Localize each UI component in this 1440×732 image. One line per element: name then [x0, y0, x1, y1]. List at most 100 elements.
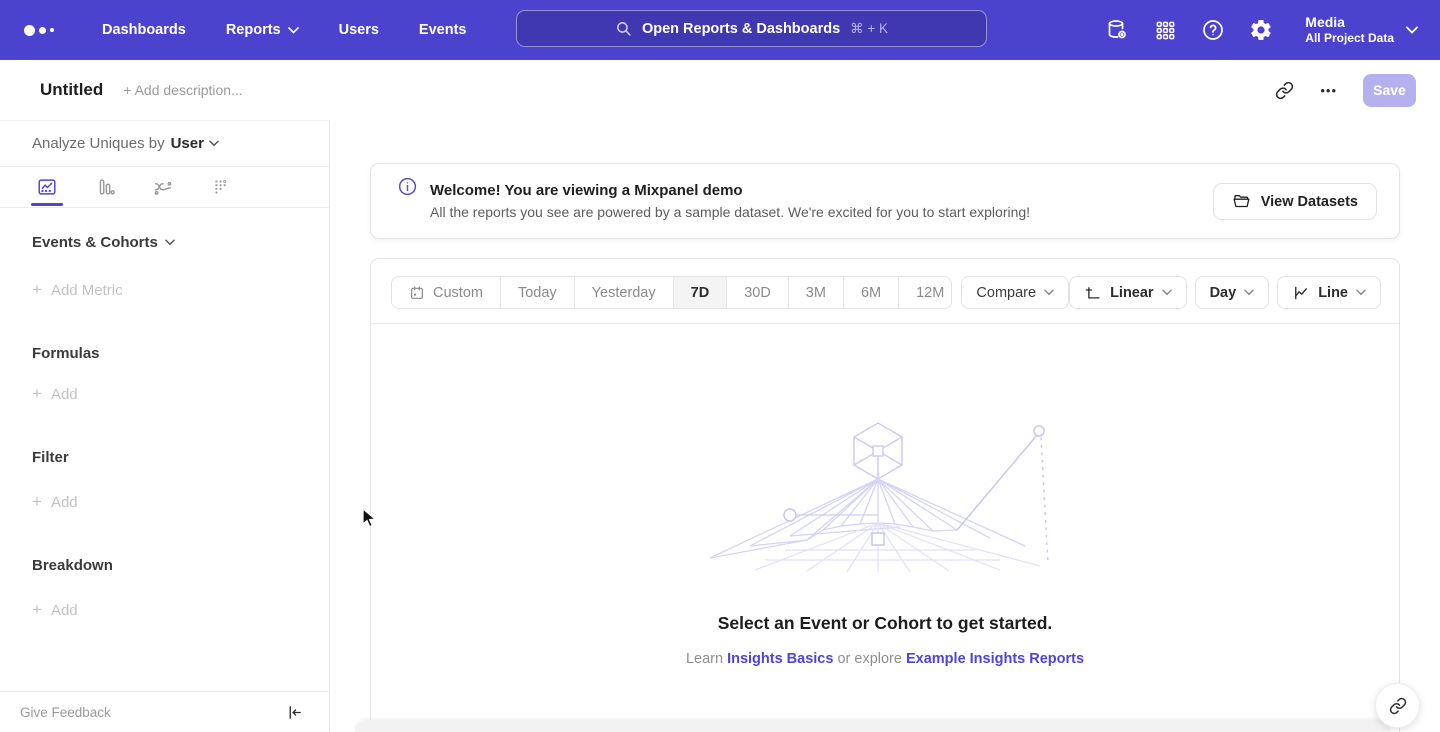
- save-button[interactable]: Save: [1363, 74, 1416, 107]
- empty-state-title: Select an Event or Cohort to get started…: [718, 613, 1053, 634]
- query-sidebar: Analyze Uniques by User: [0, 120, 330, 732]
- chart-type-label: Line: [1318, 285, 1348, 301]
- global-search[interactable]: Open Reports & Dashboards ⌘ + K: [516, 10, 987, 47]
- filter-header: Filter: [32, 449, 329, 466]
- range-3m-label: 3M: [806, 285, 826, 301]
- range-yesterday[interactable]: Yesterday: [575, 277, 674, 308]
- range-30d[interactable]: 30D: [727, 277, 789, 308]
- compare-label: Compare: [976, 285, 1036, 301]
- nav-events[interactable]: Events: [419, 22, 467, 38]
- chevron-down-icon: [1406, 26, 1418, 34]
- range-3m[interactable]: 3M: [789, 277, 844, 308]
- share-link-fab[interactable]: [1375, 683, 1420, 728]
- add-metric-label: Add Metric: [51, 282, 123, 299]
- line-type-icon: [1292, 284, 1310, 302]
- chevron-down-icon: [1356, 289, 1366, 296]
- line-chart-icon: [36, 176, 58, 198]
- main-content: Welcome! You are viewing a Mixpanel demo…: [330, 120, 1440, 732]
- project-scope: All Project Data: [1305, 31, 1394, 46]
- chevron-down-icon: [288, 27, 299, 34]
- add-formula-label: Add: [51, 386, 78, 403]
- project-switcher[interactable]: Media All Project Data: [1305, 14, 1418, 46]
- insights-report-page: Dashboards Reports Users Events Open Rep…: [0, 0, 1440, 732]
- range-30d-label: 30D: [744, 285, 771, 301]
- analyze-row: Analyze Uniques by User: [0, 121, 329, 167]
- date-range-segmented-control: Custom Today Yesterday 7D 30D 3M 6M 12M: [391, 276, 952, 309]
- nav-right: Media All Project Data: [1105, 0, 1440, 60]
- more-options-icon[interactable]: •••: [1320, 83, 1337, 98]
- banner-title: Welcome! You are viewing a Mixpanel demo: [430, 182, 1030, 199]
- folder-icon: [1232, 193, 1251, 210]
- chevron-down-icon: [209, 140, 219, 147]
- data-management-icon[interactable]: [1105, 18, 1129, 42]
- range-12m[interactable]: 12M: [899, 277, 952, 308]
- empty-state-illustration: [695, 418, 1075, 573]
- analyze-value-label: User: [171, 135, 204, 152]
- chevron-down-icon: [165, 239, 175, 246]
- add-breakdown-label: Add: [51, 602, 78, 619]
- flow-sankey-icon: [152, 176, 174, 198]
- settings-gear-icon[interactable]: [1249, 18, 1273, 42]
- help-icon[interactable]: [1201, 18, 1225, 42]
- interval-dropdown[interactable]: Day: [1195, 276, 1270, 309]
- nav-reports-label: Reports: [226, 22, 281, 38]
- nav-dashboards-label: Dashboards: [102, 22, 186, 38]
- example-insights-reports-link[interactable]: Example Insights Reports: [906, 651, 1084, 667]
- add-description-field[interactable]: + Add description...: [123, 82, 242, 98]
- range-6m[interactable]: 6M: [844, 277, 899, 308]
- range-today-label: Today: [518, 285, 557, 301]
- plus-icon: +: [32, 600, 42, 620]
- mixpanel-logo-icon[interactable]: [24, 25, 64, 36]
- formulas-header: Formulas: [32, 345, 329, 362]
- tab-metrics[interactable]: [204, 168, 238, 206]
- range-today[interactable]: Today: [501, 277, 575, 308]
- plus-icon: +: [32, 492, 42, 512]
- compare-dropdown[interactable]: Compare: [961, 276, 1069, 309]
- range-custom[interactable]: Custom: [392, 277, 501, 308]
- interval-label: Day: [1210, 285, 1237, 301]
- bar-chart-icon: [94, 176, 116, 198]
- range-7d-label: 7D: [691, 285, 710, 301]
- chart-type-dropdown[interactable]: Line: [1277, 276, 1381, 309]
- nav-reports[interactable]: Reports: [226, 22, 299, 38]
- view-datasets-button[interactable]: View Datasets: [1213, 183, 1377, 220]
- plus-icon: +: [32, 384, 42, 404]
- plus-icon: +: [32, 280, 42, 300]
- empty-state-subtext: Learn Insights Basics or explore Example…: [686, 651, 1084, 667]
- learn-prefix: Learn: [686, 651, 723, 667]
- scale-dropdown[interactable]: Linear: [1069, 276, 1187, 309]
- sidebar-footer: Give Feedback: [0, 691, 329, 732]
- nav-events-label: Events: [419, 22, 467, 38]
- primary-nav: Dashboards Reports Users Events: [102, 22, 466, 38]
- collapse-sidebar-icon[interactable]: [286, 704, 303, 721]
- table-card-top-edge: [355, 720, 1390, 732]
- copy-link-icon[interactable]: [1275, 81, 1294, 100]
- apps-grid-icon[interactable]: [1153, 18, 1177, 42]
- filter-label: Filter: [32, 449, 69, 466]
- insights-basics-link[interactable]: Insights Basics: [727, 651, 833, 667]
- analyze-prefix-label: Analyze Uniques by: [32, 135, 165, 152]
- add-filter-button[interactable]: + Add: [32, 492, 329, 512]
- give-feedback-link[interactable]: Give Feedback: [20, 705, 111, 720]
- add-formula-button[interactable]: + Add: [32, 384, 329, 404]
- range-12m-label: 12M: [916, 285, 944, 301]
- search-icon: [615, 20, 632, 37]
- nav-dashboards[interactable]: Dashboards: [102, 22, 186, 38]
- range-7d[interactable]: 7D: [674, 277, 728, 308]
- nav-users[interactable]: Users: [339, 22, 379, 38]
- events-cohorts-header[interactable]: Events & Cohorts: [32, 234, 329, 251]
- chevron-down-icon: [1244, 289, 1254, 296]
- report-title[interactable]: Untitled: [40, 80, 103, 100]
- metric-dots-icon: [210, 176, 232, 198]
- tab-insights-linechart[interactable]: [30, 168, 64, 206]
- add-metric-button[interactable]: + Add Metric: [32, 280, 329, 300]
- view-datasets-label: View Datasets: [1261, 194, 1358, 210]
- analyze-value-dropdown[interactable]: User: [171, 135, 219, 152]
- tab-bar-chart[interactable]: [88, 168, 122, 206]
- add-breakdown-button[interactable]: + Add: [32, 600, 329, 620]
- tab-flow[interactable]: [146, 168, 180, 206]
- add-filter-label: Add: [51, 494, 78, 511]
- range-custom-label: Custom: [433, 285, 483, 301]
- scale-label: Linear: [1110, 285, 1154, 301]
- top-nav: Dashboards Reports Users Events Open Rep…: [0, 0, 1440, 60]
